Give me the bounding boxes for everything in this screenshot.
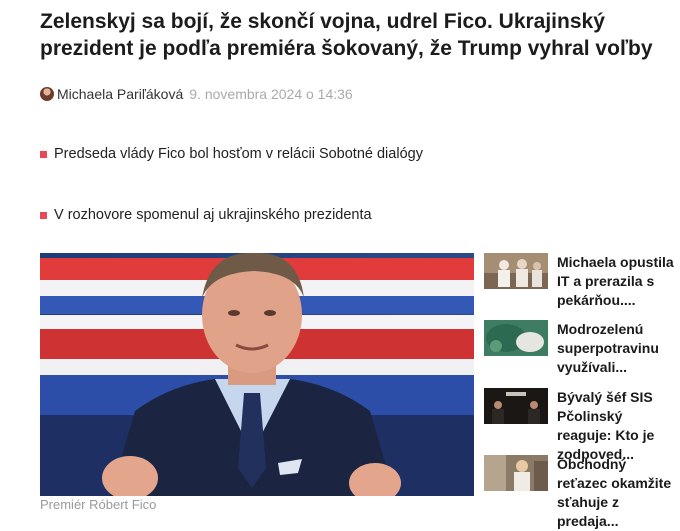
related-article-thumbnail[interactable] [484,455,548,491]
summary-bullet-text: Predseda vlády Fico bol hosťom v relácii… [54,146,423,162]
bullet-square-icon [40,150,47,158]
publish-date: 9. novembra 2024 o 14:36 [189,86,353,102]
bullet-square-icon [40,211,47,219]
hero-photo [40,253,474,496]
article-headline: Zelenskyj sa bojí, že skončí vojna, udre… [40,10,653,60]
related-article-thumbnail[interactable] [484,253,548,289]
related-article-thumbnail[interactable] [484,388,548,424]
related-article-title[interactable]: Modrozelenú superpotravinu využívali... [557,320,680,377]
article-hero-image[interactable] [40,253,474,496]
author-name[interactable]: Michaela Pariľáková [57,86,183,102]
image-caption: Premiér Róbert Fico [40,497,157,512]
related-article[interactable]: Obchodný reťazec okamžite sťahuje z pred… [484,455,680,529]
author-avatar[interactable] [40,87,54,101]
related-article-title[interactable]: Michaela opustila IT a prerazila s pekár… [557,253,680,310]
related-article[interactable]: Michaela opustila IT a prerazila s pekár… [484,253,680,313]
related-article-title[interactable]: Bývalý šéf SIS Pčolinský reaguje: Kto je… [557,388,680,464]
summary-bullet: V rozhovore spomenul aj ukrajinského pre… [40,207,372,223]
related-article-thumbnail[interactable] [484,320,548,356]
summary-bullet: Predseda vlády Fico bol hosťom v relácii… [40,146,423,162]
summary-bullet-text: V rozhovore spomenul aj ukrajinského pre… [54,207,372,223]
byline: Michaela Pariľáková 9. novembra 2024 o 1… [40,85,353,103]
related-article-title[interactable]: Obchodný reťazec okamžite sťahuje z pred… [557,455,680,531]
related-article[interactable]: Modrozelenú superpotravinu využívali... [484,320,680,380]
related-article[interactable]: Bývalý šéf SIS Pčolinský reaguje: Kto je… [484,388,680,462]
